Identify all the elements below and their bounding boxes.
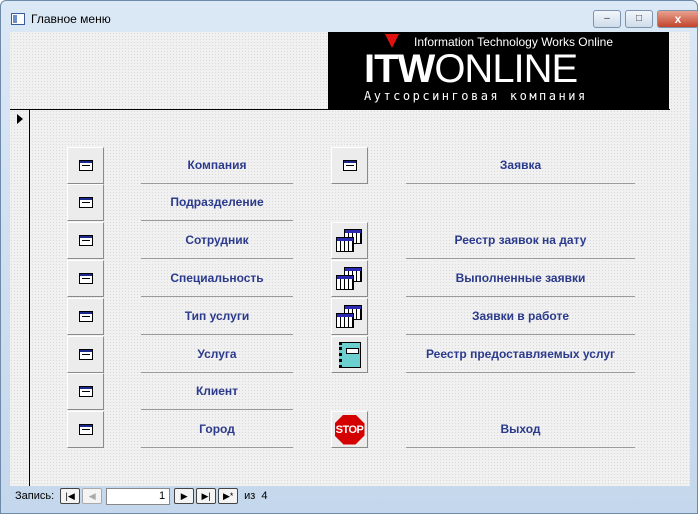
header-divider (10, 109, 670, 110)
open-button-0[interactable] (67, 147, 104, 184)
stop-icon: STOP (334, 414, 365, 445)
form-app-icon (11, 13, 25, 25)
close-button[interactable]: x (657, 10, 698, 28)
right-button-2[interactable] (331, 260, 368, 297)
left-menu-item[interactable]: Клиент (141, 373, 293, 410)
left-menu-item[interactable]: Сотрудник (141, 222, 293, 259)
new-record-button[interactable]: ▶* (218, 488, 239, 504)
form-icon (78, 386, 93, 397)
maximize-button[interactable]: □ (625, 10, 653, 28)
open-button-1[interactable] (67, 184, 104, 221)
right-menu-item[interactable]: Заявки в работе (406, 298, 635, 335)
logo-subtitle: Аутсорсинговая компания (364, 89, 588, 103)
table-icon (335, 266, 364, 291)
right-button-5[interactable]: STOP (331, 411, 368, 448)
right-menu-item[interactable]: Выполненные заявки (406, 260, 635, 297)
right-menu-item[interactable]: Реестр предоставляемых услуг (406, 336, 635, 373)
form-body: Information Technology Works Online ITWO… (10, 32, 690, 486)
record-label: Запись: (15, 490, 55, 502)
record-navigator: Запись: |◀ ◀ 1 ▶ ▶| ▶* из 4 (10, 487, 267, 505)
record-total: 4 (261, 490, 268, 502)
right-button-4[interactable] (331, 336, 368, 373)
of-label: из (244, 490, 256, 502)
open-button-4[interactable] (67, 298, 104, 335)
current-record-input[interactable]: 1 (106, 487, 171, 505)
open-button-6[interactable] (67, 373, 104, 410)
title-bar: Главное меню (11, 9, 111, 29)
right-button-0[interactable] (331, 147, 368, 184)
right-button-3[interactable] (331, 298, 368, 335)
right-menu-item[interactable]: Реестр заявок на дату (406, 222, 635, 259)
right-button-1[interactable] (331, 222, 368, 259)
left-menu-item[interactable]: Компания (141, 147, 293, 184)
form-icon (78, 311, 93, 322)
left-menu-item[interactable]: Услуга (141, 336, 293, 373)
open-button-5[interactable] (67, 336, 104, 373)
window-title: Главное меню (31, 12, 111, 26)
record-selector[interactable] (10, 109, 30, 486)
last-record-button[interactable]: ▶| (196, 488, 217, 504)
left-menu-item[interactable]: Тип услуги (141, 298, 293, 335)
right-menu-item[interactable]: Выход (406, 411, 635, 448)
form-icon (78, 160, 93, 171)
next-record-button[interactable]: ▶ (174, 488, 195, 504)
previous-record-button[interactable]: ◀ (82, 488, 103, 504)
minimize-button[interactable]: – (593, 10, 621, 28)
form-icon (78, 197, 93, 208)
first-record-button[interactable]: |◀ (60, 488, 81, 504)
left-menu-item[interactable]: Город (141, 411, 293, 448)
form-icon (78, 349, 93, 360)
left-menu-item[interactable]: Подразделение (141, 184, 293, 221)
table-icon (335, 228, 364, 253)
logo-brand: ITWONLINE (364, 47, 578, 91)
right-menu-item[interactable]: Заявка (406, 147, 635, 184)
report-icon (338, 341, 361, 368)
open-button-7[interactable] (67, 411, 104, 448)
itw-online-logo: Information Technology Works Online ITWO… (328, 32, 669, 109)
main-menu-window: Главное меню – □ x Information Technolog… (0, 0, 698, 514)
form-icon (342, 160, 357, 171)
open-button-3[interactable] (67, 260, 104, 297)
form-icon (78, 235, 93, 246)
left-menu-item[interactable]: Специальность (141, 260, 293, 297)
open-button-2[interactable] (67, 222, 104, 259)
table-icon (335, 304, 364, 329)
form-icon (78, 273, 93, 284)
form-icon (78, 424, 93, 435)
current-record-arrow-icon (17, 114, 23, 124)
